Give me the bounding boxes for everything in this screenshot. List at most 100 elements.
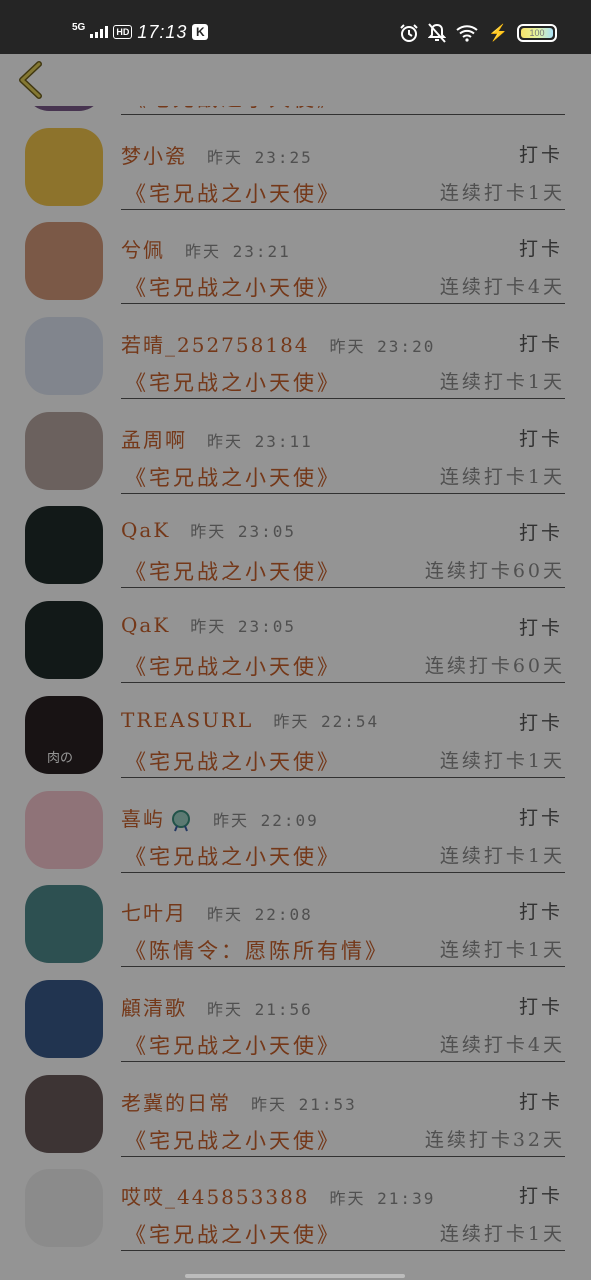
checkin-time: 昨天 23:20 (329, 337, 436, 357)
checkin-row[interactable]: 打卡《宅兄战之小天使》连续打卡1天 (0, 106, 591, 118)
checkin-row[interactable]: 顧清歌 昨天 21:56 打卡《宅兄战之小天使》 连续打卡4天 (0, 970, 591, 1065)
checkin-row[interactable]: 若晴_252758184 昨天 23:20 打卡 《宅兄战之小天使》 连续打卡1天 (0, 307, 591, 402)
checkin-time: 昨天 23:21 (185, 242, 291, 262)
checkin-row[interactable]: 兮佩 昨天 23:21 打卡 《宅兄战之小天使》 连续打卡4天 (0, 212, 591, 307)
user-name-text: 孟周啊 (121, 427, 187, 452)
book-title-link[interactable]: 《宅兄战之小天使》 (125, 367, 341, 397)
streak-label: 连续打卡60天 (424, 560, 565, 583)
avatar[interactable] (25, 601, 103, 680)
checkin-detail: 《宅兄战之小天使》 连续打卡1天 (121, 746, 565, 778)
hd-icon: HD (113, 25, 133, 39)
book-title-link[interactable]: 《宅兄战之小天使》 (125, 651, 341, 681)
checkin-meta: 七叶月 昨天 22:08 打卡 (121, 897, 563, 926)
streak-label: 连续打卡4天 (439, 1033, 565, 1056)
streak-label: 连续打卡1天 (439, 371, 565, 394)
signal-icon (90, 26, 109, 38)
avatar[interactable] (25, 222, 103, 301)
checkin-action: 打卡 (518, 143, 563, 166)
checkin-meta: 哎哎_445853388 昨天 21:39 打卡 (121, 1181, 563, 1210)
avatar[interactable] (25, 411, 103, 490)
avatar[interactable] (25, 1169, 103, 1248)
user-name-text: TREASURL (121, 707, 254, 732)
user-name[interactable]: 顧清歌 昨天 21:56 (121, 992, 313, 1021)
book-title-link[interactable]: 《宅兄战之小天使》 (125, 106, 341, 113)
checkin-meta: 兮佩 昨天 23:21 打卡 (121, 234, 563, 263)
book-title-link[interactable]: 《宅兄战之小天使》 (125, 178, 341, 208)
user-name[interactable]: 老冀的日常 昨天 21:53 (121, 1087, 357, 1116)
checkin-action: 打卡 (518, 238, 563, 261)
checkin-list-inner: 打卡《宅兄战之小天使》连续打卡1天梦小瓷昨天 23:25打卡《宅兄战之小天使》连… (0, 106, 591, 1254)
book-title-link[interactable]: 《宅兄战之小天使》 (125, 272, 341, 302)
book-title-link[interactable]: 《宅兄战之小天使》 (125, 1125, 341, 1155)
book-title-link[interactable]: 《宅兄战之小天使》 (125, 1030, 341, 1060)
user-name[interactable]: 若晴_252758184 昨天 23:20 (121, 329, 435, 358)
checkin-row[interactable]: QaK 昨天 23:05 打卡 《宅兄战之小天使》 连续打卡60天 (0, 591, 591, 686)
user-name[interactable]: 梦小瓷 昨天 23:25 (121, 140, 313, 169)
checkin-time: 昨天 23:11 (207, 431, 313, 451)
user-name-text: QaK (121, 613, 171, 638)
avatar[interactable] (25, 790, 103, 869)
checkin-row[interactable]: QaK 昨天 23:05 打卡《宅兄战之小天使》 连续打卡60天 (0, 496, 591, 591)
book-title-link[interactable]: 《宅兄战之小天使》 (125, 746, 341, 776)
user-name[interactable]: QaK 昨天 23:05 (121, 518, 296, 542)
back-button[interactable] (14, 60, 48, 100)
checkin-detail: 《宅兄战之小天使》 连续打卡1天 (121, 1219, 565, 1252)
checkin-row[interactable]: 孟周啊 昨天 23:11 打卡 《宅兄战之小天使》 连续打卡1天 (0, 402, 591, 497)
avatar[interactable]: 肉の (25, 695, 103, 774)
checkin-row[interactable]: 喜屿 昨天 22:09 打卡《宅兄战之小天使》 连续打卡1天 (0, 781, 591, 876)
checkin-meta: TREASURL 昨天 22:54 打卡 (121, 708, 563, 734)
user-name[interactable]: 七叶月 昨天 22:08 (121, 897, 313, 926)
checkin-meta: 顧清歌 昨天 21:56 打卡 (121, 992, 563, 1021)
book-title-link[interactable]: 《宅兄战之小天使》 (125, 1219, 341, 1249)
avatar[interactable] (25, 979, 103, 1058)
avatar[interactable] (25, 885, 103, 964)
checkin-row[interactable]: 梦小瓷 昨天 23:25 打卡 《宅兄战之小天使》 连续打卡1天 (0, 118, 591, 213)
user-name-text: 喜屿 (121, 806, 165, 831)
book-title-link[interactable]: 《宅兄战之小天使》 (125, 462, 341, 492)
user-name[interactable]: 兮佩 昨天 23:21 (121, 234, 291, 263)
checkin-meta: 老冀的日常 昨天 21:53 打卡 (121, 1087, 563, 1116)
checkin-list[interactable]: 打卡《宅兄战之小天使》连续打卡1天梦小瓷昨天 23:25打卡《宅兄战之小天使》连… (0, 106, 591, 1280)
checkin-time: 昨天 23:25 (207, 147, 313, 167)
user-name[interactable]: 喜屿 昨天 22:09 (121, 803, 319, 833)
user-name-text: 若晴_252758184 (121, 333, 310, 358)
user-name[interactable]: QaK 昨天 23:05 (121, 613, 296, 637)
checkin-row[interactable]: 肉の TREASURL 昨天 22:54 打卡《宅兄战之小天使》 连续打卡1天 (0, 686, 591, 781)
avatar-caption: 肉の (47, 750, 74, 766)
checkin-row[interactable]: 老冀的日常 昨天 21:53 打卡 《宅兄战之小天使》 连续打卡32天 (0, 1065, 591, 1160)
checkin-meta: 若晴_252758184 昨天 23:20 打卡 (121, 329, 563, 358)
checkin-detail: 《宅兄战之小天使》 连续打卡1天 (121, 841, 565, 873)
avatar[interactable] (25, 127, 103, 206)
checkin-meta: 喜屿 昨天 22:09 打卡 (121, 803, 563, 832)
checkin-action: 打卡 (518, 901, 563, 924)
checkin-action: 打卡 (518, 522, 563, 545)
book-title-link[interactable]: 《宅兄战之小天使》 (125, 556, 341, 586)
k-app-icon: K (192, 24, 209, 40)
checkin-time: 昨天 23:05 (190, 522, 297, 542)
user-name[interactable]: 哎哎_445853388 昨天 21:39 (121, 1181, 435, 1210)
user-name[interactable]: 孟周啊 昨天 23:11 (121, 424, 313, 453)
avatar[interactable] (25, 506, 103, 585)
checkin-action: 打卡 (518, 427, 563, 450)
streak-label: 连续打卡1天 (439, 844, 565, 867)
checkin-row[interactable]: 哎哎_445853388 昨天 21:39 打卡《宅兄战之小天使》 连续打卡1天 (0, 1159, 591, 1254)
avatar[interactable] (25, 106, 103, 111)
avatar[interactable] (25, 317, 103, 396)
streak-label: 连续打卡1天 (439, 749, 565, 772)
home-indicator[interactable] (185, 1274, 405, 1278)
user-name[interactable]: TREASURL 昨天 22:54 (121, 708, 379, 732)
checkin-meta: 孟周啊 昨天 23:11 打卡 (121, 424, 563, 453)
book-title-link[interactable]: 《陈情令：愿陈所有情》 (125, 935, 389, 965)
checkin-action: 打卡 (518, 995, 563, 1018)
medal-icon (172, 810, 190, 832)
checkin-meta: 梦小瓷 昨天 23:25 打卡 (121, 140, 563, 169)
checkin-time: 昨天 21:39 (329, 1189, 436, 1209)
checkin-time: 昨天 21:56 (207, 999, 313, 1019)
streak-label: 连续打卡1天 (439, 1223, 565, 1246)
status-right: ⚡ 100 (399, 22, 557, 44)
avatar[interactable] (25, 1074, 103, 1153)
status-bar: 5G HD 17:13 K ⚡ 100 (0, 0, 591, 54)
book-title-link[interactable]: 《宅兄战之小天使》 (125, 841, 341, 871)
checkin-row[interactable]: 七叶月 昨天 22:08 打卡 《陈情令：愿陈所有情》 连续打卡1天 (0, 875, 591, 970)
user-name-text: 七叶月 (121, 901, 187, 926)
